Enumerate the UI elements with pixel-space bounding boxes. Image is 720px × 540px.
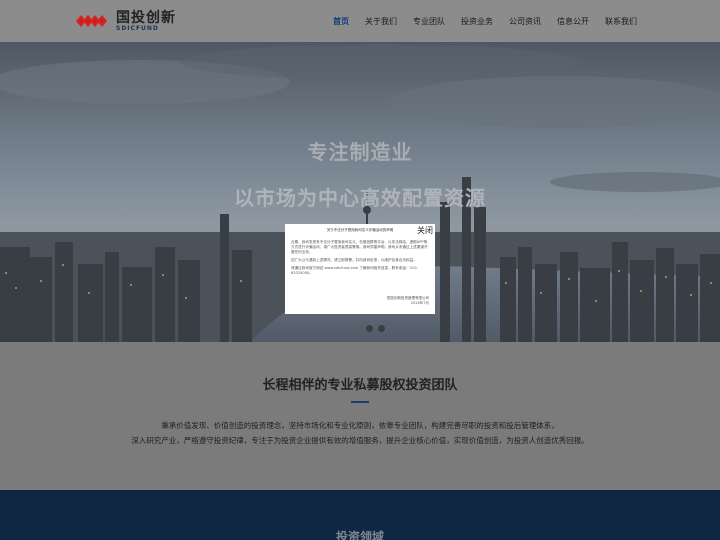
intro-text-line: 秉承价值发现、价值创造的投资理念，坚持市场化和专业化原则，依靠专业团队，构建完善… <box>161 421 559 430</box>
nav-contact[interactable]: 联系我们 <box>605 16 637 27</box>
nav-news[interactable]: 公司资讯 <box>509 16 541 27</box>
site-header: 国投创新 SDICFUND 首页 关于我们 专业团队 投资业务 公司资讯 信息公… <box>0 0 720 42</box>
popup-paragraph: 近期，我司发现有不法分子冒用我司名义，在微信群等平台，以非法网站、虚假APP等方… <box>291 240 428 254</box>
intro-title: 长程相伴的专业私募股权投资团队 <box>262 378 458 393</box>
title-underline <box>351 401 369 403</box>
hero-title-secondary: 以市场为中心高效配置资源 <box>234 186 486 210</box>
logo[interactable]: 国投创新 SDICFUND <box>76 10 176 32</box>
popup-title: 关于不法分子冒用我司名义诈骗活动的声明 <box>326 228 394 232</box>
popup-paragraph: 请通过我司官方网站 www.sdicfund.com 了解我司相关信息，联系电话… <box>291 266 418 275</box>
nav-home[interactable]: 首页 <box>333 16 349 27</box>
popup-signature: 国投创新投资管理有限公司 2024年7月 <box>387 296 429 306</box>
popup-close-button[interactable]: 关闭 <box>417 225 433 236</box>
carousel-dot[interactable] <box>366 325 373 332</box>
popup-body: 近期，我司发现有不法分子冒用我司名义，在微信群等平台，以非法网站、虚假APP等方… <box>291 240 429 279</box>
intro-text-line: 深入研究产业，严格遵守投资纪律，专注于为投资企业提供有效的增值服务，提升企业核心… <box>131 436 589 445</box>
hero-title-primary: 专注制造业 <box>307 140 413 164</box>
intro-section: 长程相伴的专业私募股权投资团队 秉承价值发现、价值创造的投资理念，坚持市场化和专… <box>0 342 720 490</box>
investment-section: 投资领域 <box>0 490 720 540</box>
nav-disclosure[interactable]: 信息公开 <box>557 16 589 27</box>
popup-paragraph: 如广大公众遇到上述情况，请立即报警，并向我司反馈，以维护自身合法权益。 <box>291 258 417 262</box>
logo-text-en: SDICFUND <box>116 24 159 32</box>
logo-text-cn: 国投创新 <box>116 9 176 26</box>
notice-popup: 关于不法分子冒用我司名义诈骗活动的声明 关闭 近期，我司发现有不法分子冒用我司名… <box>285 224 435 314</box>
nav-about[interactable]: 关于我们 <box>365 16 397 27</box>
main-nav: 首页 关于我们 专业团队 投资业务 公司资讯 信息公开 联系我们 <box>333 0 653 42</box>
nav-investment[interactable]: 投资业务 <box>461 16 493 27</box>
popup-signature-date: 2024年7月 <box>410 301 429 305</box>
nav-team[interactable]: 专业团队 <box>413 16 445 27</box>
logo-mark-icon <box>76 15 107 27</box>
investment-title: 投资领域 <box>335 530 384 540</box>
carousel-dot[interactable] <box>378 325 385 332</box>
